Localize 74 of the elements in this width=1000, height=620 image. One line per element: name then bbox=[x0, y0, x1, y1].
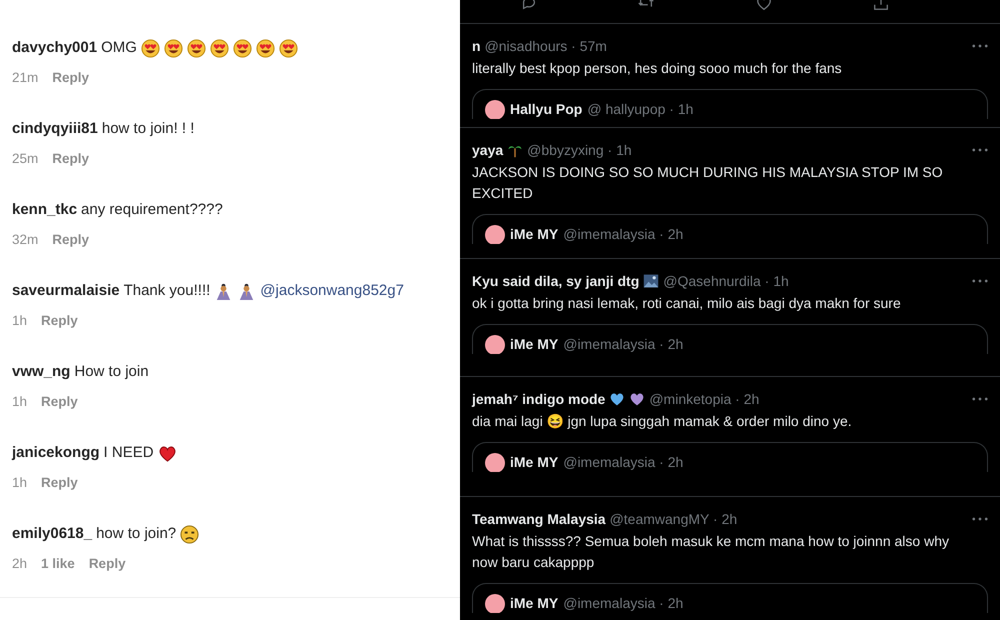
heart-eyes-face-icon bbox=[140, 38, 160, 58]
handle-and-time: @bbyzyxing · 1h bbox=[527, 140, 632, 160]
comment-text: OMG bbox=[101, 38, 137, 58]
heart-eyes-face-icon bbox=[256, 38, 275, 58]
frowning-face-icon bbox=[180, 524, 200, 544]
comment-time: 1h bbox=[12, 312, 28, 330]
quoted-tweet-card[interactable]: iMe MY @imemalaysia · 2h bbox=[472, 214, 988, 244]
more-options-icon[interactable] bbox=[972, 279, 988, 283]
quoted-display-name: iMe MY bbox=[510, 335, 558, 353]
quoted-tweet-card[interactable]: Hallyu Pop @ hallyupop · 1h bbox=[472, 89, 988, 119]
comment-time: 32m bbox=[12, 231, 38, 249]
quoted-display-name: iMe MY bbox=[510, 453, 558, 471]
quoted-tweet-card[interactable]: iMe MY @imemalaysia · 2h bbox=[472, 442, 988, 472]
display-name[interactable]: n bbox=[472, 36, 481, 56]
heart-eyes-face-icon bbox=[210, 38, 229, 58]
heart-icon bbox=[158, 444, 177, 462]
heart-eyes-face-icon bbox=[186, 38, 206, 58]
quoted-tweet-card[interactable]: iMe MY @imemalaysia · 2h bbox=[472, 324, 988, 354]
comment-time: 1h bbox=[12, 393, 28, 411]
comment-time: 21m bbox=[12, 69, 38, 87]
quoted-handle-and-time: @imemalaysia · 2h bbox=[563, 225, 684, 243]
more-options-icon[interactable] bbox=[972, 397, 988, 401]
display-name[interactable]: jemah⁷ indigo mode bbox=[472, 388, 606, 410]
avatar-circle bbox=[485, 225, 505, 244]
quoted-handle-and-time: @imemalaysia · 2h bbox=[563, 335, 684, 353]
username[interactable]: kenn_tkc bbox=[12, 198, 78, 222]
display-name[interactable]: Kyu said dila, sy janji dtg bbox=[472, 270, 640, 292]
quoted-tweet-card[interactable]: iMe MY @imemalaysia · 2h bbox=[472, 583, 988, 613]
username[interactable]: cindyqyiii81 bbox=[12, 118, 98, 140]
quoted-display-name: iMe MY bbox=[510, 225, 558, 243]
quoted-handle-and-time: @imemalaysia · 2h bbox=[563, 594, 684, 612]
handle-and-time: @teamwangMY · 2h bbox=[610, 510, 738, 529]
comment-text: how to join? bbox=[96, 524, 176, 544]
avatar-circle bbox=[485, 453, 505, 472]
comment-text: I NEED bbox=[104, 442, 154, 463]
comment-time: 25m bbox=[12, 150, 38, 168]
avatar-circle bbox=[485, 594, 505, 613]
comment-text: any requirement???? bbox=[81, 200, 223, 220]
mention-link[interactable]: @jacksonwang852g7 bbox=[260, 280, 404, 302]
avatar-circle bbox=[485, 335, 505, 354]
username[interactable]: janicekongg bbox=[12, 442, 100, 464]
comment-text: how to join! ! ! bbox=[102, 118, 194, 139]
quoted-display-name: Hallyu Pop bbox=[510, 100, 582, 118]
more-options-icon[interactable] bbox=[972, 148, 988, 152]
quoted-display-name: iMe MY bbox=[510, 594, 558, 612]
quoted-handle-and-time: @ hallyupop · 1h bbox=[587, 100, 694, 118]
comment-text: Thank you!!!! bbox=[124, 280, 210, 301]
comment-text: How to join bbox=[74, 362, 149, 382]
tweet-text: What is thissss?? Semua boleh masuk ke mcm mana how to joinnn also why now baru cakapppp bbox=[472, 532, 950, 572]
comment-time: 1h bbox=[12, 474, 28, 492]
tweet-text: literally best kpop person, hes doing sooo much for the fans bbox=[472, 59, 843, 78]
heart-icon bbox=[629, 391, 646, 407]
heart-eyes-face-icon bbox=[232, 38, 252, 58]
display-name[interactable]: Teamwang Malaysia bbox=[472, 508, 606, 530]
handle-and-time: @nisadhours · 57m bbox=[484, 36, 607, 56]
heart-eyes-face-icon bbox=[164, 38, 183, 58]
tweet-text: JACKSON IS DOING SO SO MUCH DURING HIS MALAYSIA STOP IM SO EXCITED bbox=[472, 163, 944, 203]
quoted-handle-and-time: @imemalaysia · 2h bbox=[563, 453, 684, 471]
more-options-icon[interactable] bbox=[972, 44, 988, 48]
username[interactable]: emily0618_ bbox=[12, 522, 92, 546]
heart-eyes-face-icon bbox=[278, 38, 298, 58]
comment-time: 2h bbox=[12, 555, 28, 573]
more-options-icon[interactable] bbox=[972, 517, 988, 521]
avatar-circle bbox=[485, 100, 505, 119]
tweet-text: dia mai lagi 😆 jgn lupa singgah mamak & order milo dino ye. bbox=[472, 412, 853, 431]
username[interactable]: vww_ng bbox=[12, 360, 70, 384]
username[interactable]: saveurmalaisie bbox=[12, 280, 120, 302]
heart-icon bbox=[609, 391, 626, 407]
display-name[interactable]: yaya bbox=[472, 140, 504, 160]
handle-and-time: @minketopia · 2h bbox=[649, 390, 760, 409]
handle-and-time: @Qasehnurdila · 1h bbox=[663, 272, 789, 291]
tweet-text: ok i gotta bring nasi lemak, roti canai, milo ais bagi dya makn for sure bbox=[472, 294, 902, 313]
picture-icon bbox=[643, 273, 660, 289]
username[interactable]: davychy001 bbox=[12, 36, 98, 60]
